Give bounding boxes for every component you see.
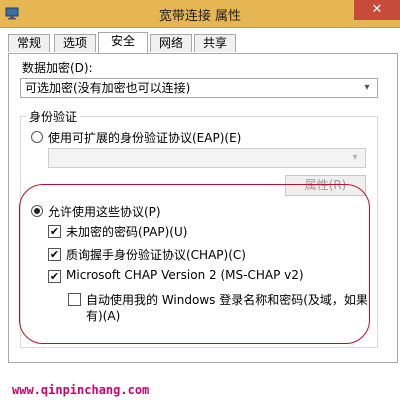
check-icon: ✔ xyxy=(49,225,60,238)
eap-select[interactable]: ▾ xyxy=(48,148,366,168)
eap-properties-button[interactable]: 属性(R) xyxy=(285,175,366,196)
tab-security[interactable]: 安全 xyxy=(98,32,148,53)
check-icon: ✔ xyxy=(49,248,60,261)
chap-label: 质询握手身份验证协议(CHAP)(C) xyxy=(66,248,246,262)
pap-label: 未加密的密码(PAP)(U) xyxy=(66,225,188,239)
chevron-down-icon: ▾ xyxy=(364,82,370,93)
authentication-group-title: 身份验证 xyxy=(26,108,81,125)
close-button[interactable]: ✕ xyxy=(354,0,400,20)
auto-windows-logon-label-line2: 有)(A) xyxy=(86,309,121,323)
pap-checkbox[interactable]: ✔ xyxy=(48,225,61,238)
eap-radio[interactable] xyxy=(31,131,43,143)
chap-checkbox[interactable]: ✔ xyxy=(48,248,61,261)
close-icon: ✕ xyxy=(371,2,383,17)
eap-radio-label: 使用可扩展的身份验证协议(EAP)(E) xyxy=(48,131,242,145)
tab-networking[interactable]: 网络 xyxy=(150,34,192,52)
properties-window: 宽带连接 属性 ✕ 常规 选项 安全 网络 共享 数据加密(D): 可选加密(没… xyxy=(0,0,400,410)
encryption-label: 数据加密(D): xyxy=(22,61,93,75)
chevron-down-icon: ▾ xyxy=(352,152,358,163)
tab-strip: 常规 选项 安全 网络 共享 xyxy=(8,32,398,53)
allow-protocols-label: 允许使用这些协议(P) xyxy=(48,205,161,219)
auto-windows-logon-checkbox[interactable] xyxy=(68,293,81,306)
mschapv2-checkbox[interactable]: ✔ xyxy=(48,270,61,283)
tab-sharing[interactable]: 共享 xyxy=(194,34,236,52)
mschapv2-label: Microsoft CHAP Version 2 (MS-CHAP v2) xyxy=(66,268,304,282)
encryption-select-value: 可选加密(没有加密也可以连接) xyxy=(25,81,191,95)
window-title: 宽带连接 属性 xyxy=(158,9,242,24)
check-icon: ✔ xyxy=(49,270,60,283)
tab-options[interactable]: 选项 xyxy=(54,34,96,52)
website-watermark: www.qinpinchang.com xyxy=(12,383,150,397)
tab-general[interactable]: 常规 xyxy=(8,34,50,52)
encryption-select[interactable]: 可选加密(没有加密也可以连接) ▾ xyxy=(20,78,378,98)
auto-windows-logon-label-line1: 自动使用我的 Windows 登录名称和密码(及域，如果 xyxy=(86,293,368,307)
allow-protocols-radio[interactable] xyxy=(31,205,43,217)
title-bar[interactable]: 宽带连接 属性 ✕ xyxy=(0,0,400,28)
